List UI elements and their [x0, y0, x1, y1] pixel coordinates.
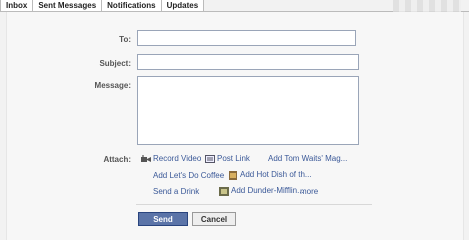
attach-more-label: more	[300, 187, 319, 196]
attach-dunder-mifflin[interactable]: Add Dunder-Mifflin...	[219, 186, 304, 196]
subject-input[interactable]	[138, 55, 358, 69]
attach-post-link-label: Post Link	[217, 154, 250, 163]
to-field[interactable]	[137, 30, 356, 46]
subject-label: Subject:	[99, 59, 131, 68]
attach-label: Attach:	[103, 155, 131, 164]
attach-hot-dish-label: Add Hot Dish of th...	[240, 170, 312, 179]
message-field[interactable]	[137, 76, 359, 145]
attach-record-video[interactable]: Record Video	[141, 154, 201, 163]
attach-more-link[interactable]: more	[300, 187, 318, 196]
message-label: Message:	[94, 81, 131, 90]
link-icon	[205, 154, 215, 163]
attach-tom-waits[interactable]: Add Tom Waits' Mag...	[268, 154, 347, 163]
attach-post-link[interactable]: Post Link	[205, 154, 250, 163]
attach-hot-dish[interactable]: Add Hot Dish of th...	[228, 170, 312, 180]
message-textarea[interactable]	[138, 77, 358, 144]
video-camera-icon	[141, 154, 151, 163]
attach-tom-waits-label: Add Tom Waits' Mag...	[268, 154, 348, 163]
buttons-separator	[136, 204, 372, 205]
attach-send-a-drink-label: Send a Drink	[153, 187, 200, 196]
attach-lets-do-coffee-label: Add Let's Do Coffee	[153, 171, 225, 180]
hot-dish-icon	[228, 170, 238, 180]
dunder-mifflin-icon	[219, 186, 229, 196]
cancel-button[interactable]: Cancel	[192, 212, 236, 226]
attach-record-video-label: Record Video	[153, 154, 202, 163]
attach-dunder-mifflin-label: Add Dunder-Mifflin...	[231, 186, 304, 195]
to-label: To:	[119, 35, 131, 44]
send-button[interactable]: Send	[138, 212, 188, 226]
attach-lets-do-coffee[interactable]: Add Let's Do Coffee	[153, 171, 224, 180]
attach-send-a-drink[interactable]: Send a Drink	[153, 187, 199, 196]
to-input[interactable]	[138, 31, 355, 45]
subject-field[interactable]	[137, 54, 359, 70]
